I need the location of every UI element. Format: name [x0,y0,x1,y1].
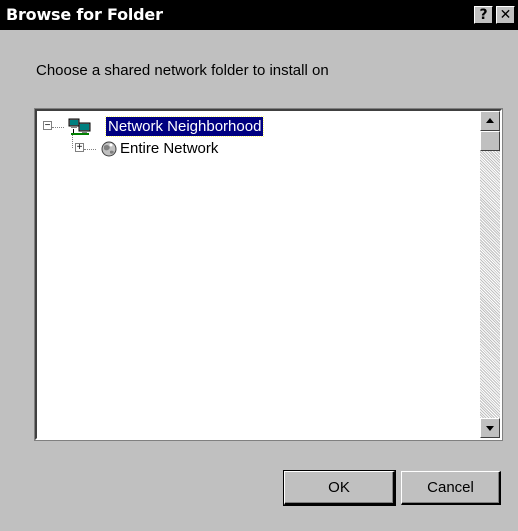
arrow-up-icon [486,118,494,123]
tree-content: − Network Neighborhood + Entire Network [37,111,480,438]
window-title: Browse for Folder [6,5,163,24]
expand-icon[interactable]: + [75,143,84,153]
tree-connector-line [52,127,64,128]
vertical-scrollbar[interactable] [480,111,500,438]
title-bar[interactable]: Browse for Folder ? ✕ [0,0,518,30]
tree-node-label[interactable]: Network Neighborhood [104,116,265,137]
network-neighborhood-icon [67,117,91,137]
ok-button[interactable]: OK [283,470,396,506]
cancel-button[interactable]: Cancel [401,471,501,505]
instruction-label: Choose a shared network folder to instal… [36,62,329,79]
tree-node-label[interactable]: Entire Network [120,139,218,158]
close-button[interactable]: ✕ [496,6,515,24]
help-button[interactable]: ? [474,6,493,24]
arrow-down-icon [486,426,494,431]
scrollbar-thumb[interactable] [480,131,500,151]
collapse-icon[interactable]: − [43,121,52,131]
folder-tree-view[interactable]: − Network Neighborhood + Entire Network [34,108,503,441]
scroll-up-button[interactable] [480,111,500,131]
scroll-down-button[interactable] [480,418,500,438]
tree-connector-line [84,149,96,150]
browse-for-folder-dialog: Browse for Folder ? ✕ Choose a shared ne… [0,0,518,531]
entire-network-globe-icon [99,139,119,159]
